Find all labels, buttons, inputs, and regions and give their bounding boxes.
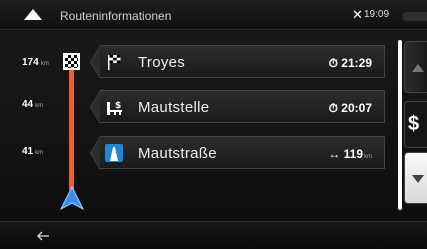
scroll-up-button[interactable] bbox=[404, 41, 427, 93]
chevron-up-icon bbox=[412, 64, 424, 72]
footer-bar bbox=[0, 221, 427, 249]
clock-icon: ⏱ bbox=[328, 56, 342, 70]
satellite-icon: ✕ bbox=[352, 7, 363, 22]
svg-text:$: $ bbox=[115, 101, 121, 111]
battery-pill-icon bbox=[402, 12, 427, 21]
svg-text:$: $ bbox=[115, 147, 120, 155]
list-item[interactable]: $ Mautstraße ↔ 119km bbox=[90, 136, 385, 170]
item-meta: ↔ 119km bbox=[328, 147, 372, 161]
item-name: Mautstraße bbox=[138, 145, 217, 162]
chevron-down-icon bbox=[412, 175, 424, 183]
item-name: Troyes bbox=[138, 54, 186, 71]
list-item[interactable]: Troyes ⏱ 21:29 bbox=[90, 45, 385, 79]
item-meta: ⏱ 20:07 bbox=[328, 101, 372, 115]
navigate-up-icon[interactable] bbox=[24, 9, 42, 20]
status-bar: Routeninformationen ✕ 19:09 bbox=[0, 0, 427, 30]
scroll-down-button[interactable] bbox=[404, 152, 427, 204]
page-title: Routeninformationen bbox=[60, 9, 172, 23]
checkered-flag-icon bbox=[108, 55, 121, 70]
back-arrow-icon[interactable] bbox=[36, 229, 50, 243]
list-item[interactable]: $ Mautstelle ⏱ 20:07 bbox=[90, 90, 385, 124]
position-arrow-icon bbox=[60, 186, 84, 210]
distance-label: 44 km bbox=[22, 99, 44, 110]
distance-icon: ↔ bbox=[328, 147, 344, 161]
toll-filter-button[interactable]: $ bbox=[404, 101, 427, 148]
route-line bbox=[69, 68, 74, 190]
item-meta: ⏱ 21:29 bbox=[328, 56, 372, 70]
toll-booth-icon: $ bbox=[107, 101, 122, 115]
clock-icon: ⏱ bbox=[328, 101, 342, 115]
dollar-icon: $ bbox=[408, 113, 420, 135]
toll-road-icon: $ bbox=[105, 144, 123, 162]
clock-time: 19:09 bbox=[364, 9, 390, 20]
item-name: Mautstelle bbox=[138, 99, 210, 116]
distance-label: 41 km bbox=[22, 146, 44, 157]
destination-flag-icon bbox=[63, 53, 80, 70]
scrollbar[interactable] bbox=[398, 40, 402, 210]
distance-label: 174 km bbox=[22, 57, 49, 68]
